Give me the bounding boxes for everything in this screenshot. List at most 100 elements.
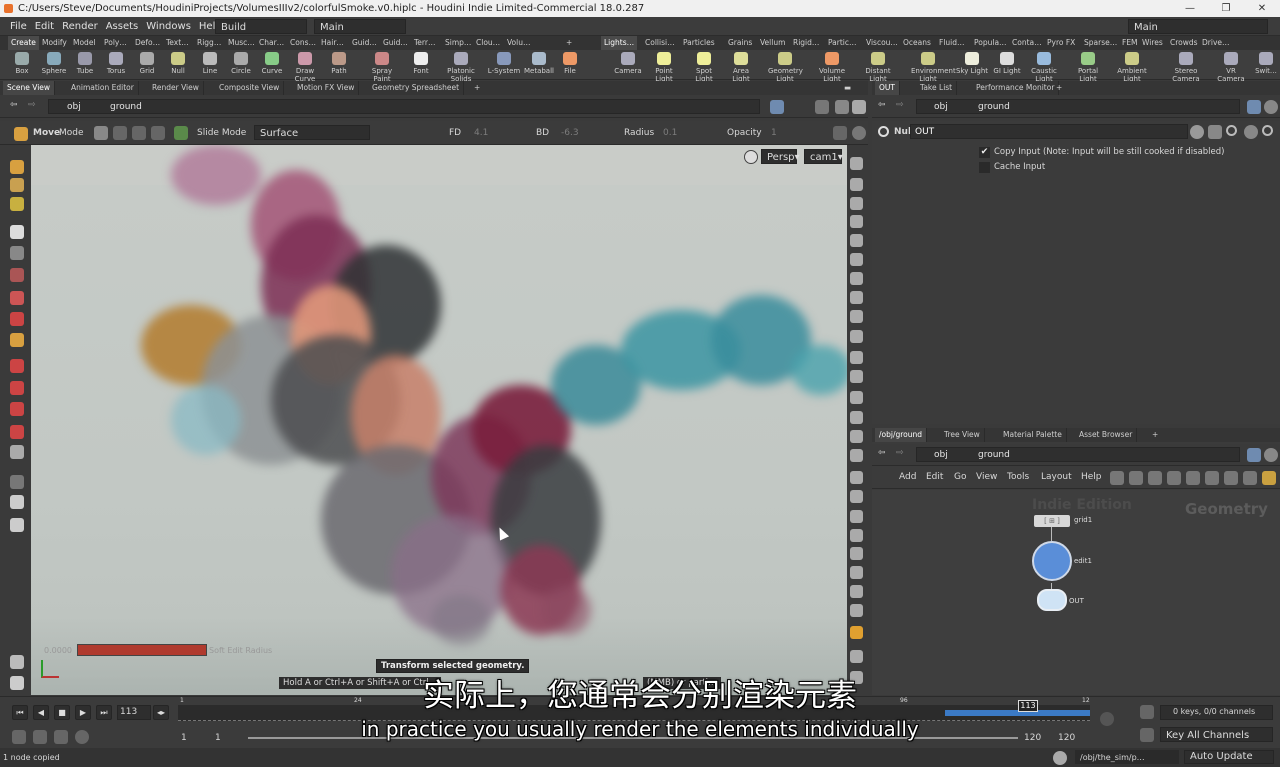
- tool-circle[interactable]: Circle: [224, 51, 258, 75]
- tool-box[interactable]: Box: [5, 51, 39, 75]
- shelf-tab[interactable]: Guid…: [349, 36, 380, 50]
- view-tool-icon[interactable]: [10, 333, 24, 347]
- tool-caustic-light[interactable]: Caustic Light: [1027, 51, 1061, 83]
- network-tab[interactable]: Material Palette: [999, 428, 1067, 442]
- soft-edit-bar[interactable]: [77, 644, 207, 656]
- shelf-tab[interactable]: Particles: [680, 36, 718, 50]
- tool-geometry-light[interactable]: Geometry Light: [768, 51, 803, 83]
- info-icon[interactable]: [1243, 471, 1257, 485]
- shelf-tab[interactable]: Pyro FX: [1044, 36, 1078, 50]
- display-icon[interactable]: [850, 291, 863, 304]
- network-menu-layout[interactable]: Layout: [1041, 472, 1072, 482]
- network-tab[interactable]: Tree View: [940, 428, 985, 442]
- maximize-pane-icon[interactable]: [852, 100, 866, 114]
- network-menu-add[interactable]: Add: [899, 472, 916, 482]
- shelf-tab[interactable]: Create: [8, 36, 39, 50]
- tool-spot-light[interactable]: Spot Light: [687, 51, 721, 83]
- snap-icon[interactable]: [10, 381, 24, 395]
- shelf-tab[interactable]: Char…: [256, 36, 287, 50]
- shelf-tab[interactable]: Text…: [163, 36, 192, 50]
- handle-icon[interactable]: [10, 268, 24, 282]
- auto-update-dropdown[interactable]: Auto Update: [1184, 750, 1274, 764]
- rotate-icon[interactable]: [10, 312, 24, 326]
- shelf-tab[interactable]: Defo…: [132, 36, 163, 50]
- tool-metaball[interactable]: Metaball: [522, 51, 556, 75]
- help-icon[interactable]: [1264, 100, 1278, 114]
- forward-arrow-icon[interactable]: ⇨: [896, 100, 904, 110]
- node-grid1[interactable]: [ ⊞ ]: [1034, 515, 1070, 527]
- tool-null[interactable]: Null: [161, 51, 195, 75]
- copy-input-checkbox[interactable]: ✔: [979, 147, 990, 158]
- shelf-tab[interactable]: Guid…: [380, 36, 411, 50]
- tree-icon[interactable]: [1186, 471, 1200, 485]
- snap-point-icon[interactable]: [10, 425, 24, 439]
- tool-spray-paint[interactable]: Spray Paint: [365, 51, 399, 83]
- link-icon[interactable]: [815, 100, 829, 114]
- shelf-tab[interactable]: Wires: [1139, 36, 1166, 50]
- tool-volume-light[interactable]: Volume Light: [815, 51, 849, 83]
- shelf-tab[interactable]: Partic…: [825, 36, 860, 50]
- tool-curve[interactable]: Curve: [255, 51, 289, 75]
- shelf-tab[interactable]: Crowds: [1167, 36, 1201, 50]
- shelf-tab[interactable]: Collisi…: [642, 36, 678, 50]
- shelf-tab[interactable]: Grains: [725, 36, 755, 50]
- display-icon[interactable]: [850, 430, 863, 443]
- gear-icon[interactable]: [1190, 125, 1204, 139]
- shelf-tab[interactable]: Volu…: [504, 36, 533, 50]
- persp-dropdown[interactable]: Persp▾: [761, 149, 800, 164]
- mode-view-icon[interactable]: [151, 126, 165, 140]
- back-arrow-icon[interactable]: ⇦: [878, 100, 886, 110]
- layout-icon[interactable]: [835, 100, 849, 114]
- display-icon[interactable]: [850, 411, 863, 424]
- tool-environment-light[interactable]: Environment Light: [911, 51, 956, 83]
- snap-curve-icon[interactable]: [10, 445, 24, 459]
- shelf-tab[interactable]: Fluid…: [936, 36, 968, 50]
- spacer-icon[interactable]: [10, 475, 24, 489]
- help-question-icon[interactable]: [1262, 125, 1273, 136]
- shelf-tab[interactable]: Rigg…: [194, 36, 224, 50]
- display-icon[interactable]: [850, 449, 863, 462]
- pane-tab[interactable]: Geometry Spreadsheet: [368, 81, 465, 95]
- display-icon[interactable]: [850, 215, 863, 228]
- shelf-tab[interactable]: Rigid…: [790, 36, 822, 50]
- display-icon[interactable]: [850, 471, 863, 484]
- pin-icon[interactable]: [1247, 100, 1261, 114]
- display-icon[interactable]: [850, 351, 863, 364]
- menu-file[interactable]: File: [6, 17, 31, 36]
- shelf-tab[interactable]: Musc…: [225, 36, 258, 50]
- cache-input-checkbox[interactable]: [979, 162, 990, 173]
- node-name-value[interactable]: OUT: [915, 127, 934, 137]
- display-icon[interactable]: [850, 490, 863, 503]
- display-icon[interactable]: [850, 529, 863, 542]
- add-tab-icon[interactable]: +: [470, 81, 484, 95]
- network-icon[interactable]: [1129, 471, 1143, 485]
- display-icon[interactable]: [850, 604, 863, 617]
- tool-grid[interactable]: Grid: [130, 51, 164, 75]
- camera-dropdown[interactable]: cam1▾: [804, 149, 843, 164]
- camera-tool-icon[interactable]: [10, 655, 24, 669]
- bd-value[interactable]: -6.3: [561, 128, 579, 138]
- tool-swit-[interactable]: Swit…: [1249, 51, 1280, 75]
- slide-mode-icon[interactable]: [174, 126, 188, 140]
- tool-platonic-solids[interactable]: Platonic Solids: [444, 51, 478, 83]
- display-icon[interactable]: [850, 370, 863, 383]
- node-name-field[interactable]: [910, 124, 1188, 139]
- display-icon[interactable]: [850, 585, 863, 598]
- network-tab[interactable]: /obj/ground: [875, 428, 928, 442]
- pane-tab[interactable]: Animation Editor: [67, 81, 139, 95]
- pane-tab[interactable]: OUT: [875, 81, 900, 95]
- magnet-icon[interactable]: [10, 291, 24, 305]
- path-root[interactable]: obj: [67, 100, 81, 114]
- add-tab-icon[interactable]: +: [1148, 428, 1162, 442]
- tool-l-system[interactable]: L-System: [487, 51, 521, 75]
- paint-icon[interactable]: [10, 197, 24, 211]
- pane-tab[interactable]: Take List: [916, 81, 958, 95]
- search-icon[interactable]: [1226, 125, 1237, 136]
- shelf-tab[interactable]: Poly…: [101, 36, 130, 50]
- shelf-tab[interactable]: Oceans: [900, 36, 934, 50]
- tool-path[interactable]: Path: [322, 51, 356, 75]
- sticky-note-icon[interactable]: [1262, 471, 1276, 485]
- list-icon[interactable]: [1148, 471, 1162, 485]
- snap-grid-icon[interactable]: [10, 402, 24, 416]
- grid-icon[interactable]: [1167, 471, 1181, 485]
